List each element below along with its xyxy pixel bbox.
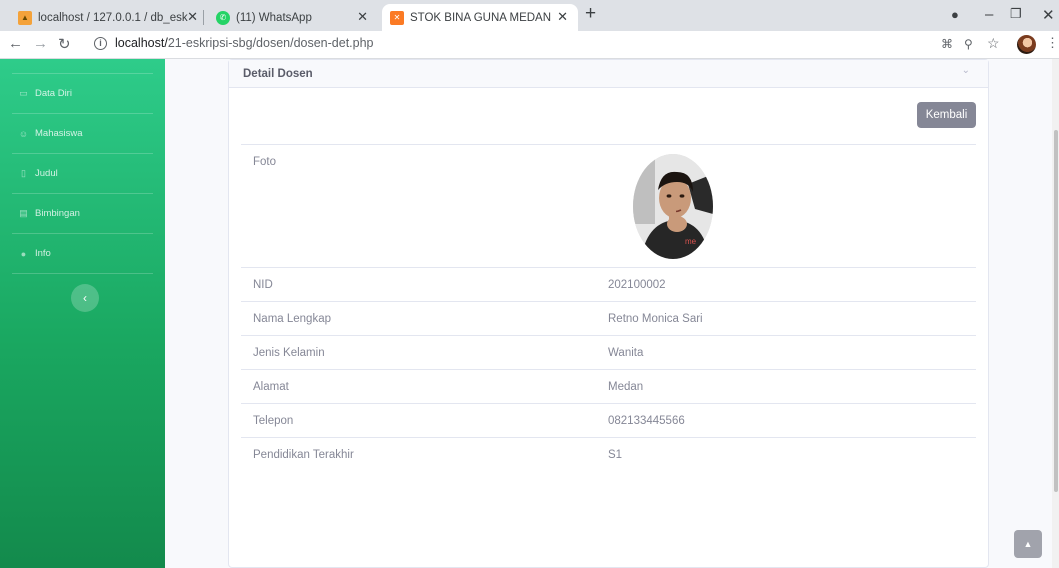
- phpmyadmin-icon: ▲: [18, 10, 32, 25]
- whatsapp-icon: ✆: [216, 10, 230, 25]
- translate-icon[interactable]: ⌘: [941, 37, 953, 51]
- row-label: Jenis Kelamin: [241, 335, 594, 370]
- tab-separator: [203, 10, 204, 25]
- lecturer-photo: me: [633, 154, 713, 259]
- table-row: Jenis Kelamin Wanita: [241, 335, 976, 370]
- sidebar-toggle-button[interactable]: ‹: [71, 284, 99, 312]
- tab-title: (11) WhatsApp: [236, 11, 312, 24]
- url-path: 21-eskripsi-sbg/dosen/dosen-det.php: [167, 36, 374, 50]
- table-row: NID 202100002: [241, 267, 976, 302]
- row-label: Alamat: [241, 369, 594, 404]
- detail-card: Detail Dosen ⌄ Kembali Foto me NID 20210…: [228, 59, 989, 568]
- file-icon: ▯: [21, 168, 26, 178]
- row-label: Telepon: [241, 403, 594, 438]
- tab-search-icon[interactable]: ●: [951, 7, 959, 22]
- svg-text:me: me: [685, 237, 697, 246]
- chevron-up-icon: ▲: [1023, 539, 1033, 549]
- sidebar-item-label: Bimbingan: [35, 208, 80, 219]
- detail-table: Foto me NID 202100002 Nama Lengkap Retno…: [241, 144, 976, 472]
- close-tab-icon[interactable]: ✕: [187, 9, 198, 25]
- menu-dots-icon[interactable]: ⋮: [1046, 35, 1059, 51]
- new-tab-button[interactable]: +: [585, 3, 596, 25]
- table-row: Telepon 082133445566: [241, 403, 976, 438]
- card-title: Detail Dosen: [243, 67, 313, 80]
- profile-avatar[interactable]: [1017, 35, 1036, 54]
- minimize-icon[interactable]: –: [985, 6, 993, 23]
- close-window-icon[interactable]: ✕: [1042, 6, 1055, 24]
- table-row: Foto me: [241, 144, 976, 268]
- site-info-icon[interactable]: i: [94, 36, 107, 50]
- table-row: Pendidikan Terakhir S1: [241, 437, 976, 472]
- user-icon: ☺: [18, 128, 29, 139]
- scrollbar-thumb[interactable]: [1054, 130, 1058, 492]
- info-icon: ●: [20, 248, 27, 259]
- sidebar: ▭ Data Diri ☺ Mahasiswa ▯ Judul ▤ Bimbin…: [0, 59, 165, 568]
- row-value: Wanita: [594, 335, 976, 370]
- row-value: 202100002: [594, 267, 976, 302]
- forward-arrow-icon[interactable]: →: [33, 35, 48, 52]
- sidebar-item-data-diri[interactable]: ▭ Data Diri: [0, 74, 165, 113]
- row-label: NID: [241, 267, 594, 302]
- sidebar-item-judul[interactable]: ▯ Judul: [0, 154, 165, 193]
- scroll-to-top-button[interactable]: ▲: [1014, 530, 1042, 558]
- table-row: Alamat Medan: [241, 369, 976, 404]
- row-value: 082133445566: [594, 403, 976, 438]
- address-bar: ← → ↻ i localhost/21-eskripsi-sbg/dosen/…: [0, 31, 1059, 59]
- tab-whatsapp[interactable]: ✆ (11) WhatsApp ✕: [208, 4, 378, 31]
- chevron-down-icon[interactable]: ⌄: [962, 65, 970, 76]
- row-label: Foto: [241, 144, 594, 268]
- sidebar-item-bimbingan[interactable]: ▤ Bimbingan: [0, 194, 165, 233]
- table-row: Nama Lengkap Retno Monica Sari: [241, 301, 976, 336]
- sidebar-item-label: Data Diri: [35, 88, 72, 99]
- book-icon: ▤: [19, 208, 28, 218]
- restore-icon[interactable]: ❐: [1010, 6, 1022, 22]
- id-card-icon: ▭: [19, 88, 28, 98]
- row-label: Nama Lengkap: [241, 301, 594, 336]
- close-tab-icon[interactable]: ✕: [357, 9, 368, 25]
- tab-phpmyadmin[interactable]: ▲ localhost / 127.0.0.1 / db_eskrips ✕: [10, 4, 200, 31]
- sidebar-item-info[interactable]: ● Info: [0, 234, 165, 273]
- sidebar-item-label: Info: [35, 248, 51, 259]
- back-arrow-icon[interactable]: ←: [8, 35, 23, 52]
- sidebar-item-label: Mahasiswa: [35, 128, 83, 139]
- bookmark-star-icon[interactable]: ☆: [987, 35, 1000, 52]
- row-value: S1: [594, 437, 976, 472]
- tab-title: STOK BINA GUNA MEDAN: [410, 11, 552, 24]
- row-value: me: [594, 144, 976, 268]
- browser-tab-bar: ▲ localhost / 127.0.0.1 / db_eskrips ✕ ✆…: [0, 0, 1059, 31]
- row-value: Medan: [594, 369, 976, 404]
- tab-title: localhost / 127.0.0.1 / db_eskrips: [38, 11, 188, 24]
- zoom-icon[interactable]: ⚲: [964, 37, 973, 51]
- row-value: Retno Monica Sari: [594, 301, 976, 336]
- url-field[interactable]: i localhost/21-eskripsi-sbg/dosen/dosen-…: [94, 36, 374, 50]
- sidebar-divider: [12, 273, 153, 274]
- card-header: Detail Dosen ⌄: [229, 60, 988, 88]
- sidebar-item-mahasiswa[interactable]: ☺ Mahasiswa: [0, 114, 165, 153]
- reload-icon[interactable]: ↻: [58, 35, 71, 53]
- xampp-icon: ✕: [390, 10, 404, 25]
- back-button[interactable]: Kembali: [917, 102, 976, 128]
- url-host: localhost/: [115, 36, 168, 50]
- row-label: Pendidikan Terakhir: [241, 437, 594, 472]
- close-tab-icon[interactable]: ✕: [557, 9, 568, 25]
- sidebar-item-label: Judul: [35, 168, 58, 179]
- tab-stok-bina-guna[interactable]: ✕ STOK BINA GUNA MEDAN ✕: [382, 4, 578, 31]
